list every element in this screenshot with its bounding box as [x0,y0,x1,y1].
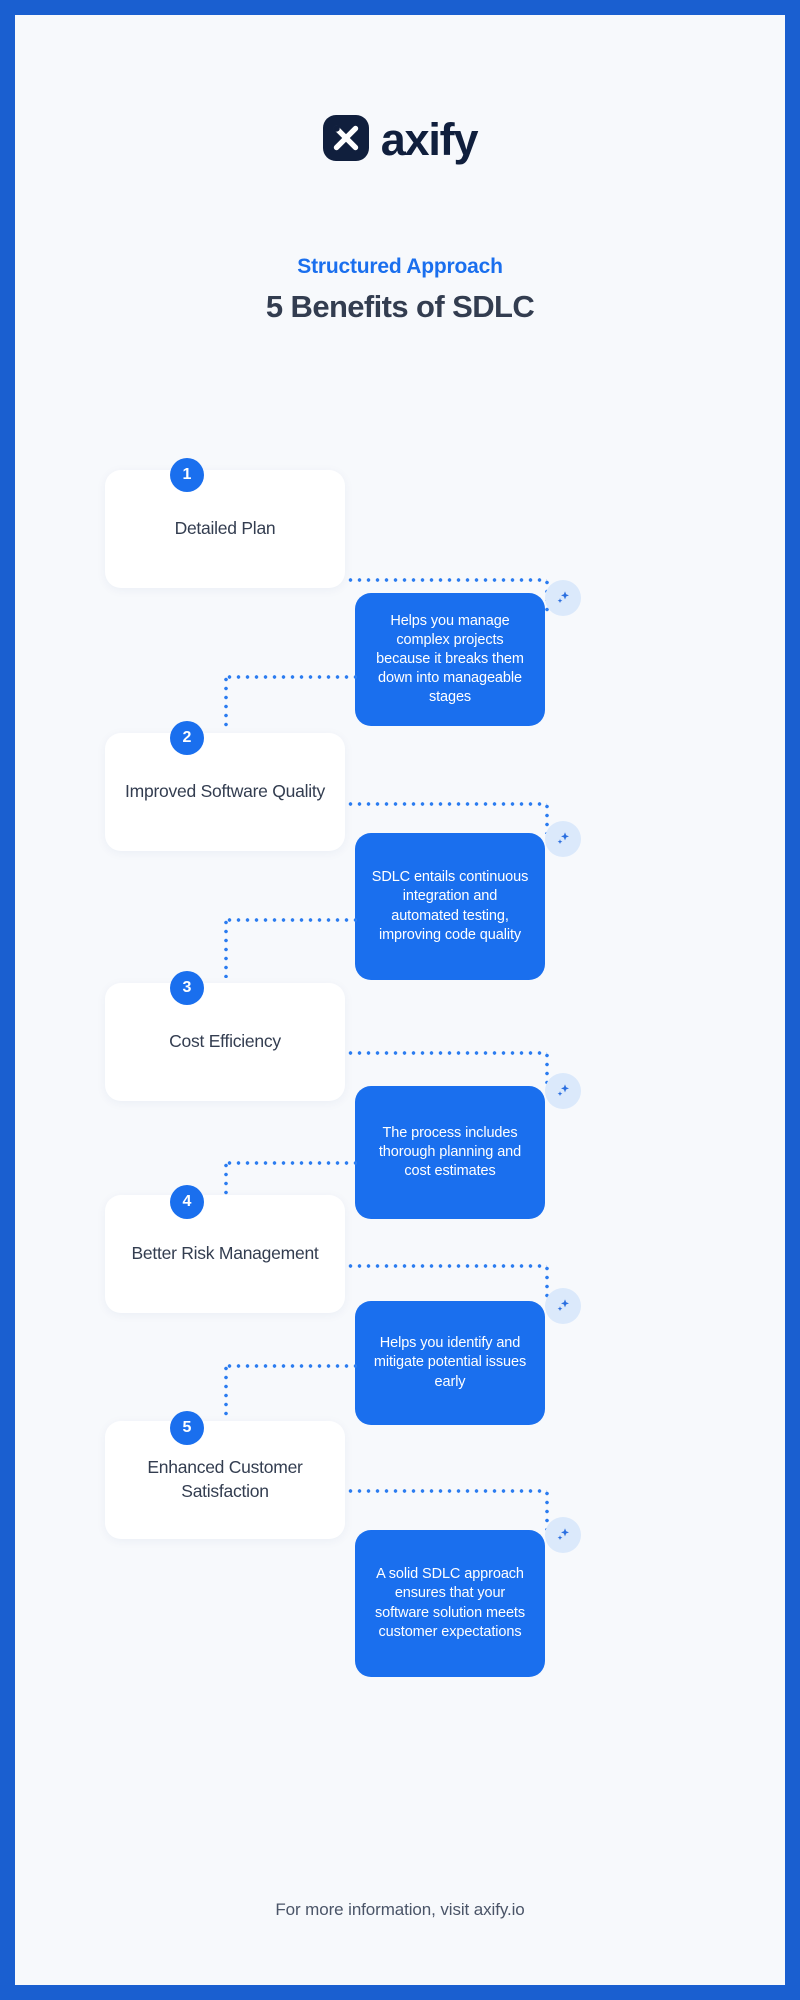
connector-step3-to-detail3-horizontal [346,1051,547,1055]
connector-step5-to-detail5-horizontal [346,1489,547,1493]
connector-detail1-to-step2-vertical [224,675,228,727]
connector-detail2-to-step3-horizontal [225,918,357,922]
step-number: 1 [182,466,192,483]
step-card-3[interactable]: Cost Efficiency [105,983,345,1101]
detail-text: The process includes thorough planning a… [378,1124,522,1180]
step-card-2[interactable]: Improved Software Quality [105,733,345,851]
connector-detail1-to-step2-horizontal [225,675,357,679]
step-number: 2 [182,729,192,746]
connector-detail2-to-step3-vertical [224,918,228,978]
detail-text: Helps you identify and mitigate potentia… [373,1335,527,1390]
infographic-poster: axify Structured Approach 5 Benefits of … [0,0,800,2000]
step-title: Improved Software Quality [125,781,325,802]
step-badge-5: 5 [170,1411,204,1445]
detail-text: A solid SDLC approach ensures that your … [374,1566,526,1640]
sparkle-icon-3 [545,1073,581,1109]
detail-card-1[interactable]: Helps you manage complex projects becaus… [355,593,545,726]
connector-detail4-to-step5-horizontal [225,1364,357,1368]
benefits-flow: Detailed Plan 1 Helps you manage complex… [15,15,785,1985]
step-badge-4: 4 [170,1185,204,1219]
detail-card-2[interactable]: SDLC entails continuous integration and … [355,833,545,980]
step-title: Cost Efficiency [169,1031,281,1052]
step-number: 5 [182,1419,192,1436]
detail-card-4[interactable]: Helps you identify and mitigate potentia… [355,1301,545,1425]
connector-step4-to-detail4-horizontal [346,1264,547,1268]
detail-card-5[interactable]: A solid SDLC approach ensures that your … [355,1530,545,1677]
sparkle-icon-5 [545,1517,581,1553]
connector-step2-to-detail2-horizontal [346,802,547,806]
sparkle-icon-1 [545,580,581,616]
connector-step1-to-detail1-horizontal [346,578,547,582]
step-number: 3 [182,979,192,996]
detail-text: SDLC entails continuous integration and … [371,869,529,943]
step-badge-2: 2 [170,721,204,755]
detail-text: Helps you manage complex projects becaus… [376,612,524,706]
step-badge-1: 1 [170,458,204,492]
sparkle-icon-2 [545,821,581,857]
step-badge-3: 3 [170,971,204,1005]
step-card-1[interactable]: Detailed Plan [105,470,345,588]
step-card-4[interactable]: Better Risk Management [105,1195,345,1313]
detail-card-3[interactable]: The process includes thorough planning a… [355,1086,545,1219]
connector-detail3-to-step4-horizontal [225,1161,357,1165]
poster-canvas: axify Structured Approach 5 Benefits of … [15,15,785,1985]
footer-text: For more information, visit axify.io [275,1900,525,1919]
sparkle-icon-4 [545,1288,581,1324]
step-title: Detailed Plan [174,518,276,539]
step-card-5[interactable]: Enhanced Customer Satisfaction [105,1421,345,1539]
connector-detail4-to-step5-vertical [224,1364,228,1418]
step-number: 4 [182,1193,192,1210]
step-title: Better Risk Management [131,1243,319,1264]
step-title: Enhanced Customer Satisfaction [147,1457,303,1501]
